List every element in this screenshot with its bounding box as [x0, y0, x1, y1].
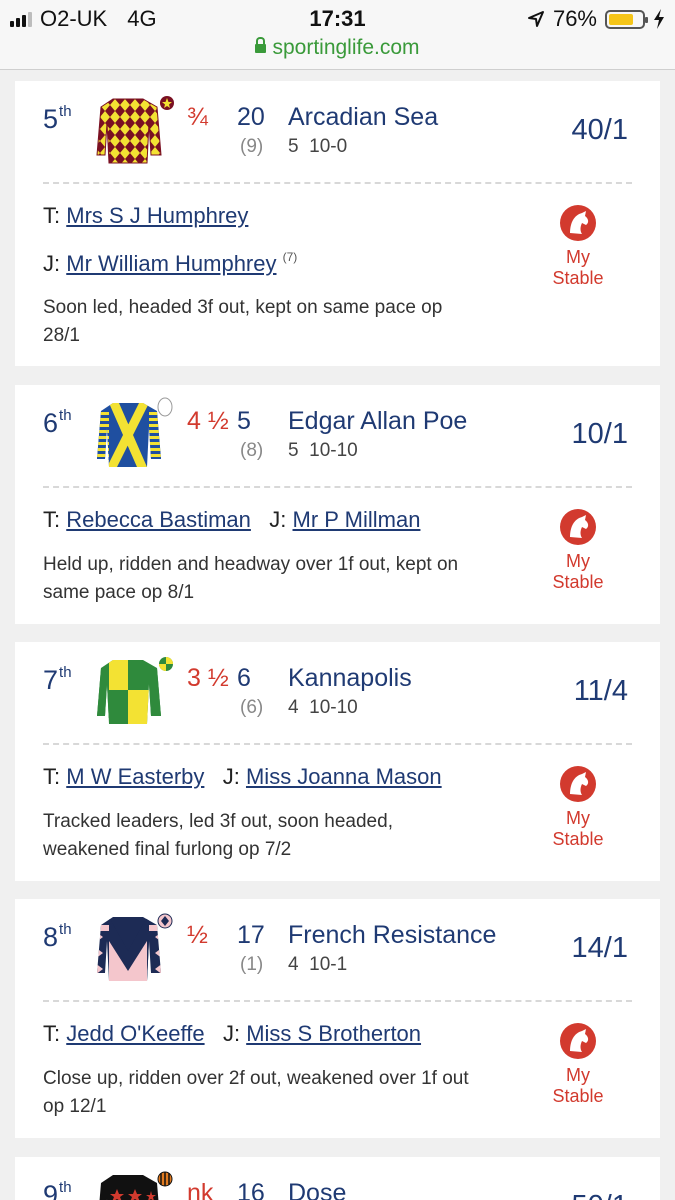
starting-price: 14/1	[571, 932, 628, 964]
my-stable-button[interactable]: My Stable	[533, 203, 623, 289]
runner-card: 9th nk 16 Dose 50/1	[15, 1157, 660, 1200]
my-stable-button[interactable]: My Stable	[533, 1021, 623, 1107]
finish-position: 6th	[43, 407, 72, 438]
runner-card: 5th ¾ 20 (9) Arcadian Sea 5 10-0 40/1 T:…	[15, 81, 660, 366]
charging-bolt-icon	[654, 9, 664, 29]
finish-position: 8th	[43, 921, 72, 952]
jockey-link[interactable]: Mr William Humphrey	[66, 251, 276, 276]
my-stable-button[interactable]: My Stable	[533, 507, 623, 593]
finish-position: 7th	[43, 664, 72, 695]
silks-maroon-diamonds-icon	[96, 96, 174, 164]
stall-draw: (6)	[240, 697, 264, 718]
age-weight: 5 10-0	[288, 136, 348, 157]
saddle-number: 6	[237, 664, 251, 692]
runner-card: 8th ½ 17 (1) French Resistance 4 10-1 14…	[15, 899, 660, 1138]
battery-icon	[605, 9, 648, 29]
lock-icon	[255, 37, 267, 53]
distance-beaten: 4 ½	[187, 407, 229, 435]
jockey-row: J: Mr William Humphrey (7)	[43, 250, 298, 276]
battery-percent: 76%	[552, 6, 597, 31]
horse-name[interactable]: Edgar Allan Poe	[288, 407, 467, 436]
trainer-link[interactable]: M W Easterby	[66, 764, 204, 789]
saddle-number: 16	[237, 1179, 265, 1200]
distance-beaten: 3 ½	[187, 664, 229, 692]
my-stable-button[interactable]: My Stable	[533, 764, 623, 850]
jockey-link[interactable]: Miss Joanna Mason	[246, 764, 442, 789]
status-right: 76%	[527, 6, 665, 32]
runner-card: 7th 3 ½ 6 (6) Kannapolis 4 10-10 11/4 T:…	[15, 642, 660, 881]
horse-head-icon	[560, 205, 596, 241]
distance-beaten: nk	[187, 1179, 214, 1200]
starting-price: 40/1	[571, 114, 628, 146]
horse-head-icon	[560, 509, 596, 545]
race-comment: Close up, ridden over 2f out, weakened o…	[43, 1068, 469, 1117]
race-comment: Soon led, headed 3f out, kept on same pa…	[43, 297, 443, 346]
silks-black-stars-icon	[99, 1171, 173, 1200]
jockey-link[interactable]: Miss S Brotherton	[246, 1021, 421, 1046]
horse-name[interactable]: Kannapolis	[288, 664, 412, 693]
finish-position: 5th	[43, 103, 72, 134]
age-weight: 5 10-10	[288, 440, 358, 461]
trainer-link[interactable]: Jedd O'Keeffe	[66, 1021, 204, 1046]
distance-beaten: ½	[187, 921, 208, 949]
starting-price: 11/4	[573, 675, 628, 707]
race-comment: Tracked leaders, led 3f out, soon headed…	[43, 811, 393, 860]
stall-draw: (1)	[240, 954, 264, 975]
trainer-row: T: Mrs S J Humphrey	[43, 203, 249, 228]
trainer-link[interactable]: Mrs S J Humphrey	[66, 203, 248, 228]
divider	[43, 743, 632, 745]
browser-top-bar: O2-UK 4G 17:31 76% sportinglife.com	[0, 0, 675, 70]
runner-card: 6th 4 ½ 5 (8) Edgar Allan Poe 5 10-10 10…	[15, 385, 660, 624]
divider	[43, 1000, 632, 1002]
horse-name[interactable]: French Resistance	[288, 921, 496, 950]
race-comment: Held up, ridden and headway over 1f out,…	[43, 554, 459, 603]
saddle-number: 20	[237, 103, 265, 131]
horse-name[interactable]: Dose	[288, 1179, 346, 1200]
horse-head-icon	[560, 1023, 596, 1059]
divider	[43, 486, 632, 488]
trainer-link[interactable]: Rebecca Bastiman	[66, 507, 251, 532]
divider	[43, 182, 632, 184]
distance-beaten: ¾	[187, 103, 208, 131]
url-bar[interactable]: sportinglife.com	[0, 36, 675, 60]
horse-name[interactable]: Arcadian Sea	[288, 103, 438, 132]
trainer-jockey-row: T: Rebecca Bastiman J: Mr P Millman	[43, 507, 421, 532]
trainer-jockey-row: T: Jedd O'Keeffe J: Miss S Brotherton	[43, 1021, 422, 1046]
saddle-number: 17	[237, 921, 265, 949]
starting-price: 50/1	[572, 1190, 628, 1200]
silks-green-yellow-quarters-icon	[97, 657, 173, 724]
jockey-link[interactable]: Mr P Millman	[293, 507, 421, 532]
trainer-jockey-row: T: M W Easterby J: Miss Joanna Mason	[43, 764, 442, 789]
horse-head-icon	[560, 766, 596, 802]
stall-draw: (9)	[240, 136, 264, 157]
stall-draw: (8)	[240, 440, 264, 461]
silks-navy-pink-chevrons-icon	[97, 913, 173, 981]
silks-blue-yellow-cross-icon	[97, 397, 173, 467]
location-arrow-icon	[527, 11, 544, 27]
age-weight: 4 10-1	[288, 954, 348, 975]
saddle-number: 5	[237, 407, 251, 435]
age-weight: 4 10-10	[288, 697, 358, 718]
url-text: sportinglife.com	[272, 36, 420, 59]
finish-position: 9th	[43, 1179, 72, 1200]
starting-price: 10/1	[571, 418, 628, 450]
